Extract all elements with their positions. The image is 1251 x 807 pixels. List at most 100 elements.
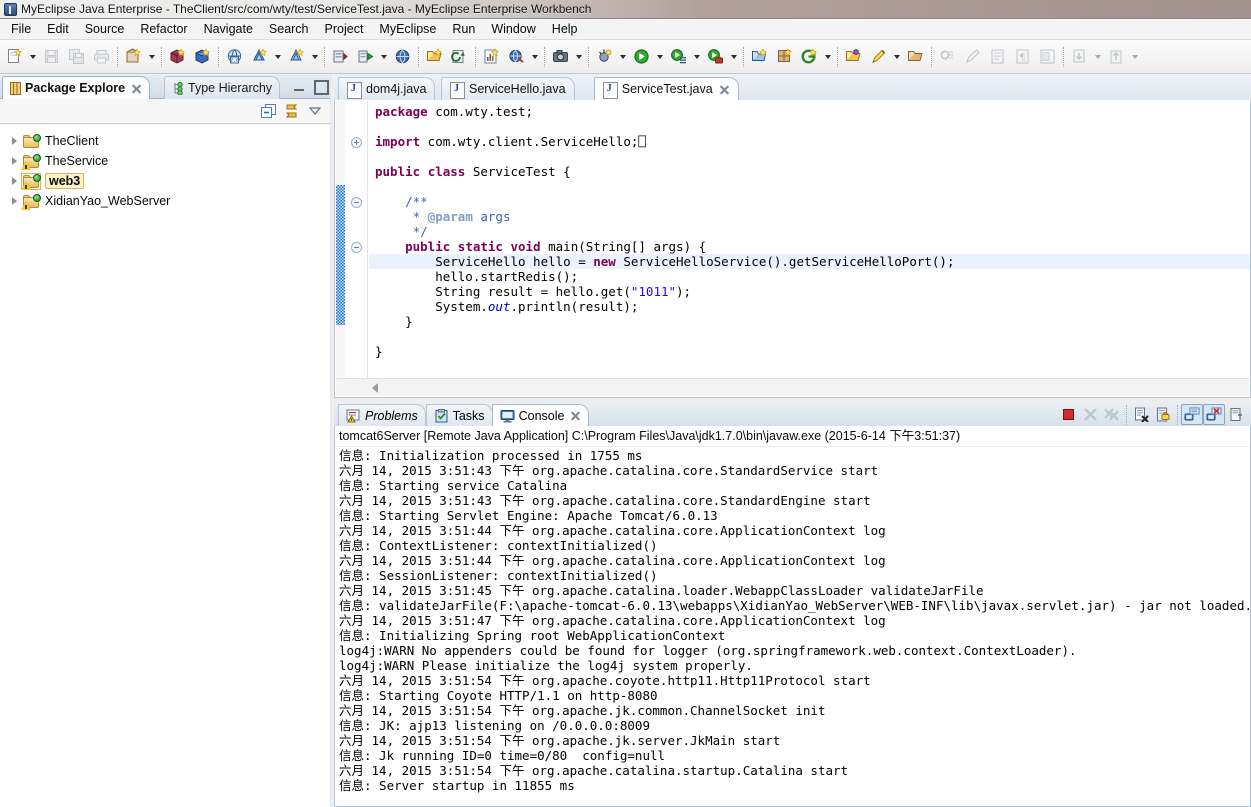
- open-resource-icon-glyph: [845, 48, 862, 65]
- expand-arrow-icon[interactable]: [8, 174, 22, 188]
- close-icon[interactable]: [131, 83, 142, 94]
- expand-arrow-icon[interactable]: [8, 194, 22, 208]
- menu-refactor[interactable]: Refactor: [132, 20, 195, 39]
- fold-collapse-icon[interactable]: [351, 197, 362, 208]
- new-report-icon[interactable]: [480, 45, 503, 68]
- tree-item-label: TheService: [45, 154, 109, 168]
- menu-myeclipse[interactable]: MyEclipse: [371, 20, 444, 39]
- web-20-icon[interactable]: 2.0: [223, 45, 246, 68]
- package-icon[interactable]: [904, 45, 927, 68]
- run-history-icon[interactable]: [667, 45, 690, 68]
- new-server-icon[interactable]: [329, 45, 352, 68]
- tree-item-theservice[interactable]: TheService: [0, 151, 330, 171]
- menu-run[interactable]: Run: [444, 20, 483, 39]
- undeploy-icon[interactable]: [285, 45, 308, 68]
- web-preview-dropdown-arrow-icon[interactable]: [529, 45, 540, 68]
- open-browser-icon[interactable]: [391, 45, 414, 68]
- debug-dropdown-arrow-icon[interactable]: [617, 45, 628, 68]
- show-paragraph-icon-glyph: ¶: [1014, 48, 1031, 65]
- show-console-on-output-icon[interactable]: [1181, 404, 1203, 425]
- open-perspective-icon[interactable]: [423, 45, 446, 68]
- fold-collapse-icon[interactable]: [351, 242, 362, 253]
- project-tree[interactable]: TheClient TheService web3 XidianYao_WebServ…: [0, 125, 330, 807]
- menu-file[interactable]: File: [3, 20, 39, 39]
- undeploy-dropdown-arrow-icon[interactable]: [309, 45, 320, 68]
- tab-type-hierarchy[interactable]: Type Hierarchy: [164, 76, 281, 99]
- scroll-track[interactable]: [336, 379, 1249, 396]
- code-line: }: [375, 344, 383, 359]
- new-java-package-icon[interactable]: [122, 45, 145, 68]
- new-wizard-dropdown-arrow-icon[interactable]: [27, 45, 38, 68]
- expand-arrow-icon[interactable]: [8, 154, 22, 168]
- editor-tab-servicetest-java[interactable]: ServiceTest.java: [593, 77, 739, 100]
- menu-navigate[interactable]: Navigate: [196, 20, 261, 39]
- menu-help[interactable]: Help: [544, 20, 586, 39]
- scroll-left-icon[interactable]: [372, 383, 378, 393]
- console-tab-console[interactable]: Console: [491, 404, 590, 426]
- menu-edit[interactable]: Edit: [39, 20, 77, 39]
- external-tools-dropdown-arrow-icon[interactable]: [728, 45, 739, 68]
- package-explorer-toolbar: [0, 99, 330, 124]
- editor-horizontal-scrollbar[interactable]: [336, 378, 1249, 396]
- snapshot-dropdown-arrow-icon[interactable]: [573, 45, 584, 68]
- run-server-icon[interactable]: [354, 45, 377, 68]
- maximize-icon[interactable]: [313, 79, 329, 95]
- clear-console-icon[interactable]: [1130, 404, 1152, 425]
- run-history-dropdown-arrow-icon[interactable]: [691, 45, 702, 68]
- run-dropdown-arrow-icon[interactable]: [654, 45, 665, 68]
- tree-item-web3[interactable]: web3: [0, 171, 330, 191]
- menu-source[interactable]: Source: [77, 20, 133, 39]
- folding-ruler[interactable]: [346, 101, 368, 378]
- edit-dropdown-arrow-icon[interactable]: [891, 45, 902, 68]
- source-code[interactable]: package com.wty.test; import com.wty.cli…: [369, 100, 1250, 378]
- snapshot-icon[interactable]: [549, 45, 572, 68]
- run-server-dropdown-arrow-icon[interactable]: [378, 45, 389, 68]
- myeclipse-workbench: MyEclipse Java Enterprise - TheClient/sr…: [0, 0, 1251, 807]
- open-resource-icon[interactable]: [842, 45, 865, 68]
- new-class-icon[interactable]: [191, 45, 214, 68]
- tab-package-explorer[interactable]: Package Explore: [2, 76, 151, 99]
- console-output-area[interactable]: tomcat6Server [Remote Java Application] …: [334, 426, 1251, 807]
- refresh-icon[interactable]: [448, 45, 471, 68]
- new-wizard-icon[interactable]: [3, 45, 26, 68]
- new-wizard-icon-glyph: [6, 48, 23, 65]
- fold-expand-icon[interactable]: [351, 137, 362, 148]
- menu-project[interactable]: Project: [317, 20, 372, 39]
- collapse-all-icon[interactable]: [258, 101, 279, 121]
- tree-item-xidianyao_webserver[interactable]: XidianYao_WebServer: [0, 191, 330, 211]
- terminate-icon[interactable]: [1057, 404, 1079, 425]
- new-xml-icon[interactable]: [748, 45, 771, 68]
- menu-search[interactable]: Search: [261, 20, 317, 39]
- close-icon[interactable]: [719, 84, 730, 95]
- deploy-icon[interactable]: [248, 45, 271, 68]
- web-preview-icon[interactable]: [505, 45, 528, 68]
- debug-icon[interactable]: [593, 45, 616, 68]
- new-hibernate-icon[interactable]: [773, 45, 796, 68]
- generate-dropdown-arrow-icon[interactable]: [822, 45, 833, 68]
- scroll-lock-icon[interactable]: [1152, 404, 1174, 425]
- deploy-dropdown-arrow-icon[interactable]: [272, 45, 283, 68]
- console-tab-problems[interactable]: Problems: [338, 404, 426, 426]
- tree-item-theclient[interactable]: TheClient: [0, 131, 330, 151]
- show-console-on-error-icon[interactable]: [1203, 404, 1225, 425]
- next-annotation-icon-glyph: [1071, 48, 1088, 65]
- minimize-icon[interactable]: [293, 79, 306, 92]
- new-xml-icon-glyph: [751, 48, 768, 65]
- generate-icon[interactable]: [798, 45, 821, 68]
- menu-window[interactable]: Window: [483, 20, 543, 39]
- close-icon[interactable]: [570, 410, 581, 421]
- link-with-editor-icon[interactable]: [281, 101, 302, 121]
- expand-arrow-icon[interactable]: [8, 134, 22, 148]
- new-java-package-dropdown-arrow-icon[interactable]: [146, 45, 157, 68]
- open-type-icon[interactable]: [166, 45, 189, 68]
- console-tab-tasks[interactable]: Tasks: [425, 404, 493, 426]
- editor-tab-dom4j-java[interactable]: dom4j.java: [338, 77, 436, 100]
- run-icon[interactable]: [630, 45, 653, 68]
- edit-icon[interactable]: [867, 45, 890, 68]
- editor-tab-servicehello-java[interactable]: ServiceHello.java: [441, 77, 575, 100]
- editor-text-area[interactable]: package com.wty.test; import com.wty.cli…: [334, 100, 1251, 398]
- view-menu-icon[interactable]: [304, 101, 325, 121]
- console-log[interactable]: 信息: Initialization processed in 1755 ms 六…: [335, 448, 1250, 806]
- external-tools-icon[interactable]: [704, 45, 727, 68]
- pin-console-icon[interactable]: [1225, 404, 1247, 425]
